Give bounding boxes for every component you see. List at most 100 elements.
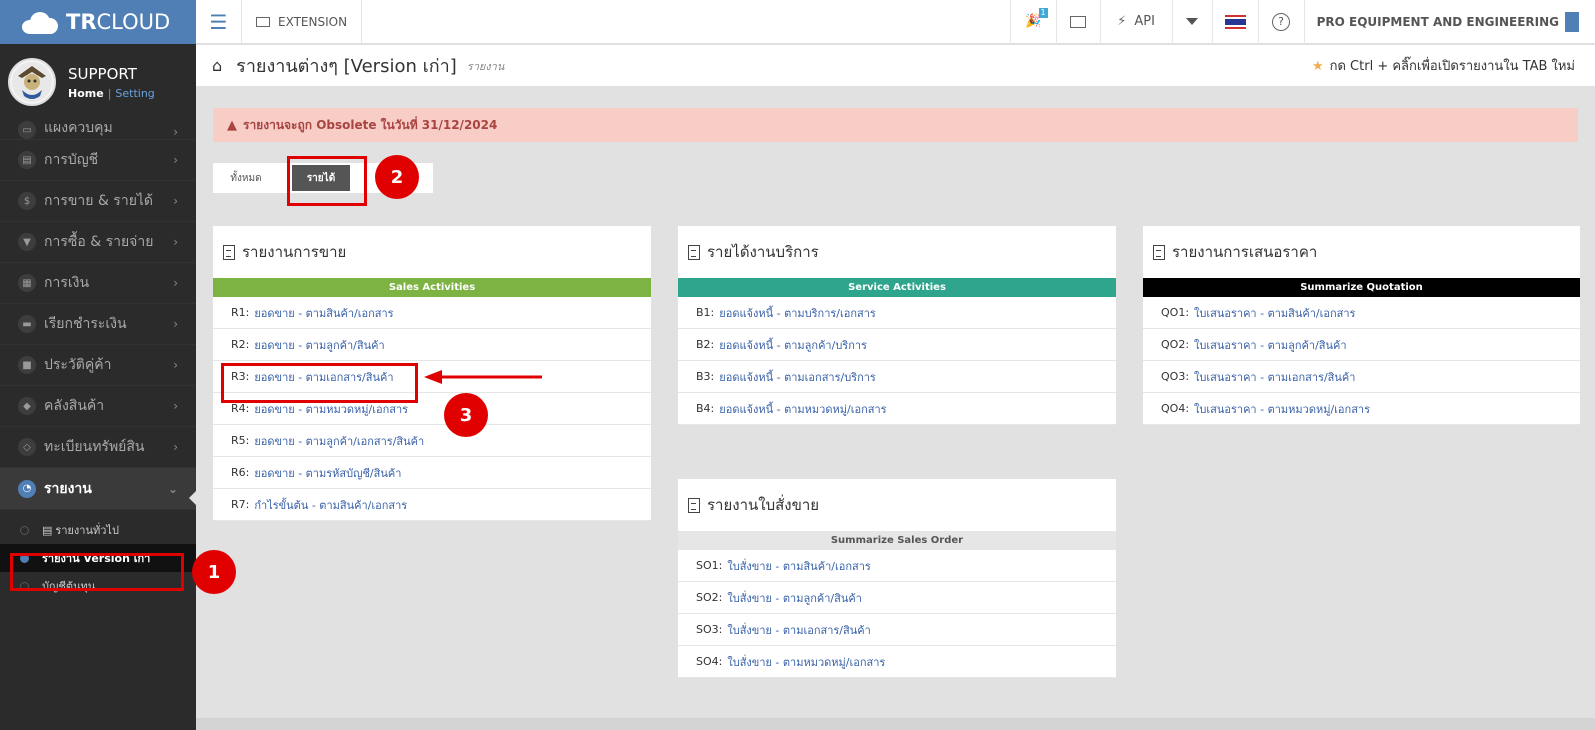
avatar[interactable] <box>8 58 56 106</box>
document-icon <box>688 244 700 260</box>
language-button[interactable] <box>1211 0 1258 44</box>
chevron-right-icon: › <box>173 317 178 331</box>
mail-button[interactable] <box>1055 0 1100 44</box>
cloud-icon <box>20 10 64 34</box>
quotation-report-panel: รายงานการเสนอราคา Summarize Quotation QO… <box>1143 226 1580 425</box>
sidebar-item-billing[interactable]: ▬ เรียกชำระเงิน › <box>0 304 196 345</box>
sidebar-item-accounting[interactable]: ▤ การบัญชี › <box>0 140 196 181</box>
obsolete-alert: ▲ รายงานจะถูก Obsolete ในวันที่ 31/12/20… <box>213 108 1578 142</box>
thai-flag-icon <box>1224 14 1246 29</box>
help-button[interactable]: ? <box>1257 0 1304 44</box>
active-caret <box>189 490 197 506</box>
extension-label: EXTENSION <box>278 14 348 29</box>
chart-icon: ◔ <box>18 479 36 498</box>
panel-title: รายงานใบสั่งขาย <box>707 496 820 514</box>
brand-name: TRCLOUD <box>66 10 171 34</box>
sidebar-item-label: คลังสินค้า <box>44 398 105 414</box>
report-link-b1[interactable]: B1: ยอดแจ้งหนี้ - ตามบริการ/เอกสาร <box>678 297 1116 329</box>
report-link-b3[interactable]: B3: ยอดแจ้งหนี้ - ตามเอกสาร/บริการ <box>678 361 1116 393</box>
annotation-box-income-tab <box>287 156 367 206</box>
report-link-so2[interactable]: SO2: ใบสั่งขาย - ตามลูกค้า/สินค้า <box>678 582 1116 614</box>
sidebar-item-label: การเงิน <box>44 275 90 291</box>
sidebar-item-purchase[interactable]: ▼ การซื้อ & รายจ่าย › <box>0 222 196 263</box>
annotation-box-old-version <box>10 553 184 591</box>
report-link-so4[interactable]: SO4: ใบสั่งขาย - ตามหมวดหมู่/เอกสาร <box>678 646 1116 678</box>
bullet-icon <box>20 525 29 535</box>
report-link-r7[interactable]: R7: กำไรขั้นต้น - ตามสินค้า/เอกสาร <box>213 489 651 521</box>
panel-band: Service Activities <box>678 278 1116 297</box>
notification-badge: 1 <box>1038 7 1048 18</box>
report-link-qo1[interactable]: QO1: ใบเสนอราคา - ตามสินค้า/เอกสาร <box>1143 297 1580 329</box>
contact-icon: ■ <box>18 356 36 374</box>
chevron-right-icon: › <box>173 358 178 372</box>
chevron-down-icon: ⌄ <box>167 481 178 496</box>
panel-title: รายงานการเสนอราคา <box>1172 243 1318 261</box>
monitor-icon: ▭ <box>18 121 36 139</box>
report-link-qo3[interactable]: QO3: ใบเสนอราคา - ตามเอกสาร/สินค้า <box>1143 361 1580 393</box>
bottom-strip <box>196 718 1595 730</box>
sidebar-item-reports[interactable]: ◔ รายงาน ⌄ <box>0 468 196 510</box>
chevron-right-icon: › <box>173 440 178 454</box>
report-link-so3[interactable]: SO3: ใบสั่งขาย - ตามเอกสาร/สินค้า <box>678 614 1116 646</box>
chevron-right-icon: › <box>173 153 178 167</box>
sidebar-item-assets[interactable]: ◇ ทะเบียนทรัพย์สิน › <box>0 427 196 468</box>
help-icon: ? <box>1272 12 1291 31</box>
hamburger-menu-icon[interactable]: ☰ <box>196 0 242 44</box>
tab-all[interactable]: ทั้งหมด <box>213 163 279 193</box>
report-link-qo4[interactable]: QO4: ใบเสนอราคา - ตามหมวดหมู่/เอกสาร <box>1143 393 1580 425</box>
building-icon <box>1565 11 1579 32</box>
report-link-b2[interactable]: B2: ยอดแจ้งหนี้ - ตามลูกค้า/บริการ <box>678 329 1116 361</box>
panel-band: Summarize Quotation <box>1143 278 1580 297</box>
home-icon[interactable]: ⌂ <box>212 56 222 75</box>
sidebar-item-label: การบัญชี <box>44 152 99 168</box>
sales-order-report-panel: รายงานใบสั่งขาย Summarize Sales Order SO… <box>678 479 1116 678</box>
annotation-box-r3 <box>221 363 418 403</box>
company-selector[interactable]: PRO EQUIPMENT AND ENGINEERING <box>1303 0 1595 44</box>
home-link[interactable]: Home <box>68 87 104 100</box>
page-header: ⌂ รายงานต่างๆ [Version เก่า] รายงาน ★ กด … <box>196 45 1595 86</box>
top-bar: ☰ EXTENSION 🎉 1 ⚡ API ? PRO EQUIPMENT AN… <box>196 0 1595 44</box>
report-link-r5[interactable]: R5: ยอดขาย - ตามลูกค้า/เอกสาร/สินค้า <box>213 425 651 457</box>
service-report-panel: รายได้งานบริการ Service Activities B1: ยอ… <box>678 226 1116 425</box>
diamond-icon: ◇ <box>18 438 36 456</box>
notifications-button[interactable]: 🎉 1 <box>1009 0 1056 44</box>
user-panel: SUPPORT Home | Setting <box>0 44 196 120</box>
sidebar-item-label: รายงาน <box>44 480 92 497</box>
report-link-r2[interactable]: R2: ยอดขาย - ตามลูกค้า/สินค้า <box>213 329 651 361</box>
sidebar-item-inventory[interactable]: ◆ คลังสินค้า › <box>0 386 196 427</box>
sidebar-item-finance[interactable]: ▦ การเงิน › <box>0 263 196 304</box>
page-subtitle: รายงาน <box>466 59 505 73</box>
brand-logo[interactable]: TRCLOUD <box>0 0 196 44</box>
report-link-r1[interactable]: R1: ยอดขาย - ตามสินค้า/เอกสาร <box>213 297 651 329</box>
setting-link[interactable]: Setting <box>115 87 154 100</box>
report-link-r6[interactable]: R6: ยอดขาย - ตามรหัสบัญชี/สินค้า <box>213 457 651 489</box>
envelope-icon <box>1070 15 1087 28</box>
sidebar-item-contacts[interactable]: ■ ประวัติคู่ค้า › <box>0 345 196 386</box>
sidebar-subitem-general-reports[interactable]: ▤ รายงานทั่วไป <box>0 516 196 544</box>
report-link-so1[interactable]: SO1: ใบสั่งขาย - ตามสินค้า/เอกสาร <box>678 550 1116 582</box>
card-icon: ▬ <box>18 315 36 333</box>
plug-icon: ⚡ <box>1117 14 1127 29</box>
chevron-right-icon: › <box>173 194 178 208</box>
sidebar-item-label: การซื้อ & รายจ่าย <box>44 234 154 250</box>
report-link-qo2[interactable]: QO2: ใบเสนอราคา - ตามลูกค้า/สินค้า <box>1143 329 1580 361</box>
cubes-icon: ◆ <box>18 397 36 415</box>
chevron-right-icon: › <box>173 399 178 413</box>
annotation-arrow-icon <box>424 370 542 384</box>
document-icon <box>223 244 235 260</box>
sidebar-item-label: เรียกชำระเงิน <box>44 316 127 332</box>
calendar-icon: ▦ <box>18 274 36 292</box>
sidebar-item-sales[interactable]: $ การขาย & รายได้ › <box>0 181 196 222</box>
sidebar-item-dashboard[interactable]: ▭ แผงควบคุม › <box>0 120 196 140</box>
user-name: SUPPORT <box>68 64 137 83</box>
api-label: API <box>1134 14 1155 29</box>
chevron-right-icon: › <box>173 125 178 139</box>
extension-button[interactable]: EXTENSION <box>242 0 363 44</box>
report-link-b4[interactable]: B4: ยอดแจ้งหนี้ - ตามหมวดหมู่/เอกสาร <box>678 393 1116 425</box>
separator: | <box>107 86 112 100</box>
api-button[interactable]: ⚡ API <box>1099 0 1172 44</box>
annotation-badge-1: 1 <box>192 550 236 594</box>
panel-band: Summarize Sales Order <box>678 531 1116 550</box>
dropdown-button[interactable] <box>1171 0 1212 44</box>
sidebar-subitem-label: รายงานทั่วไป <box>55 524 119 537</box>
